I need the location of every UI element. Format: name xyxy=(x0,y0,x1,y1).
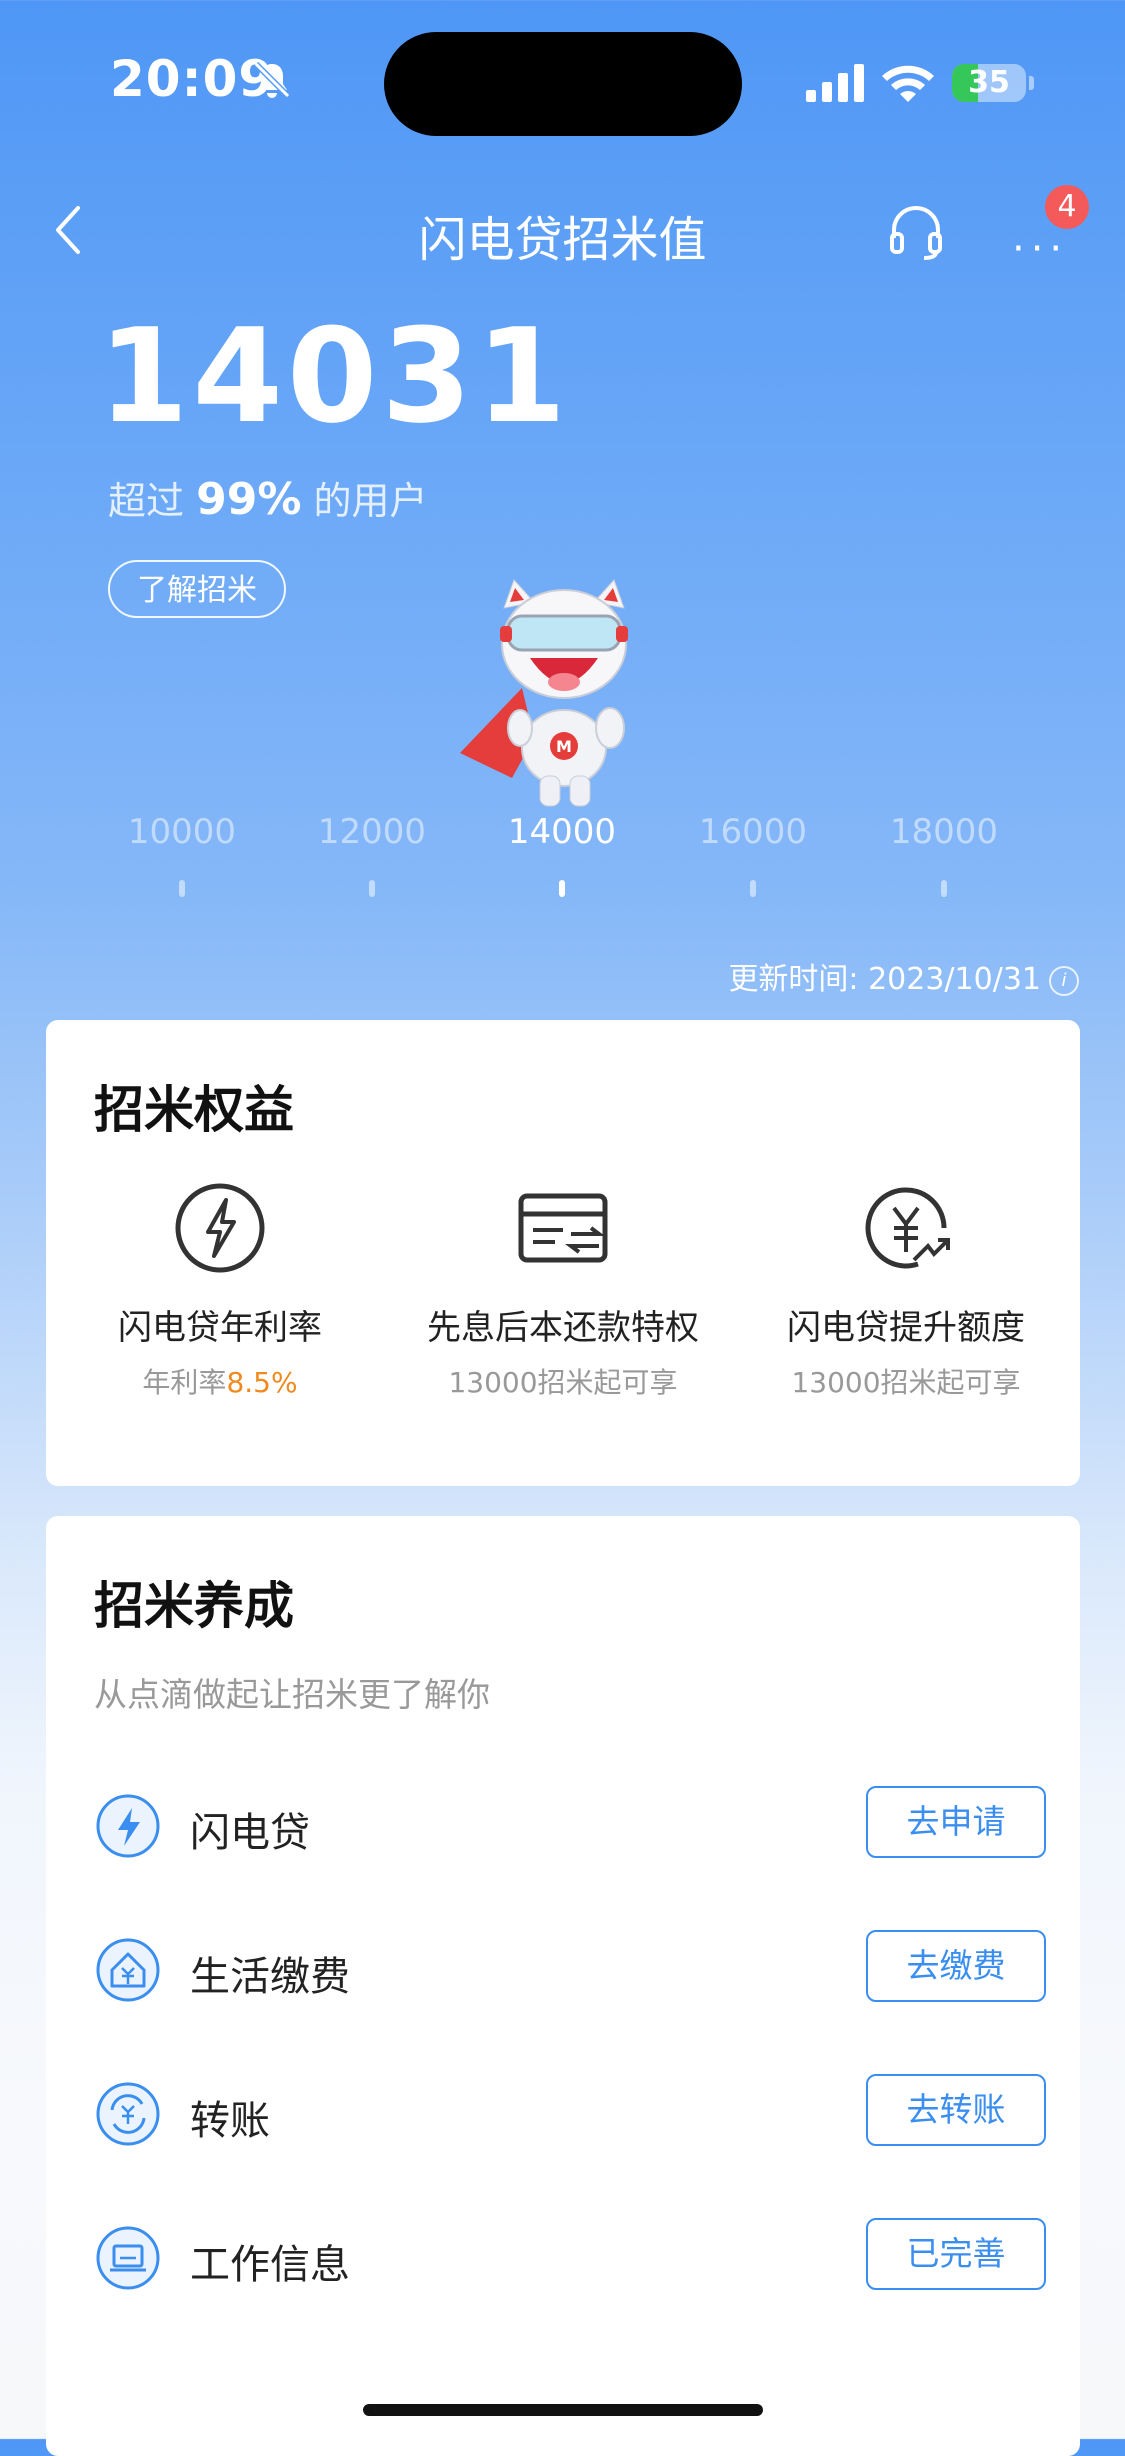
dynamic-island xyxy=(384,32,742,136)
lightning-circle-icon xyxy=(175,1183,265,1273)
row-label: 生活缴费 xyxy=(190,1954,350,2000)
benefit-name: 闪电贷提升额度 xyxy=(787,1308,1025,1348)
benefit-name: 闪电贷年利率 xyxy=(118,1308,322,1348)
benefits-card: 招米权益 闪电贷年利率 年利率8.5% 先息后本还款特权 13000招米起可享 … xyxy=(46,1020,1080,1486)
headset-icon[interactable] xyxy=(886,202,946,262)
benefit-sub-prefix: 年利率 xyxy=(142,1366,227,1399)
cultivate-card: 招米养成 从点滴做起让招米更了解你 闪电贷 去申请 生活缴费 去缴费 转账 去转… xyxy=(46,1516,1080,2456)
exceed-percent: 99% xyxy=(196,474,302,525)
learn-more-button[interactable]: 了解招米 xyxy=(108,560,286,618)
battery-text: 35 xyxy=(968,65,1010,100)
row-label: 闪电贷 xyxy=(190,1810,310,1856)
svg-text:M: M xyxy=(556,737,572,756)
laptop-icon xyxy=(96,2226,160,2290)
bell-muted-icon xyxy=(253,61,291,99)
benefit-item-rate[interactable]: 闪电贷年利率 年利率8.5% xyxy=(48,1180,392,1401)
transfer-button[interactable]: 去转账 xyxy=(866,2074,1046,2146)
score-value: 14031 xyxy=(98,300,571,452)
exceed-suffix: 的用户 xyxy=(313,479,428,523)
scale-tick-label: 12000 xyxy=(317,812,427,852)
notification-badge: 4 xyxy=(1045,185,1089,229)
wifi-icon xyxy=(882,65,934,102)
battery-indicator: 35 xyxy=(952,64,1026,102)
benefit-rate-highlight: 8.5% xyxy=(226,1366,298,1399)
list-item-work-info: 工作信息 已完善 xyxy=(94,2218,1046,2298)
benefit-sub: 13000招米起可享 xyxy=(448,1366,678,1399)
lightning-icon xyxy=(96,1794,160,1858)
row-label: 转账 xyxy=(190,2098,270,2144)
card-transfer-icon xyxy=(518,1193,608,1263)
update-time: 更新时间: 2023/10/31 i xyxy=(728,954,1079,998)
scale-tick-label: 18000 xyxy=(889,812,999,852)
row-label: 工作信息 xyxy=(190,2242,350,2288)
mascot-illustration: M xyxy=(460,579,628,807)
benefit-sub: 年利率8.5% xyxy=(48,1361,392,1401)
benefit-item-limit[interactable]: 闪电贷提升额度 13000招米起可享 xyxy=(734,1180,1078,1401)
scale-tick-label: 14000 xyxy=(507,812,617,852)
scale-tick-mark xyxy=(179,880,185,897)
cultivate-subtitle: 从点滴做起让招米更了解你 xyxy=(94,1675,490,1714)
battery-nub xyxy=(1029,76,1034,90)
page-title: 闪电贷招米值 xyxy=(418,212,707,268)
scale-tick-label: 16000 xyxy=(698,812,808,852)
yen-growth-icon xyxy=(865,1187,950,1269)
transfer-yen-icon xyxy=(96,2082,160,2146)
list-item-loan: 闪电贷 去申请 xyxy=(94,1786,1046,1866)
apply-button[interactable]: 去申请 xyxy=(866,1786,1046,1858)
benefit-item-repayment[interactable]: 先息后本还款特权 13000招米起可享 xyxy=(391,1180,735,1401)
home-indicator[interactable] xyxy=(363,2404,763,2416)
scale-tick-label: 10000 xyxy=(127,812,237,852)
scale-tick-mark xyxy=(941,880,947,897)
cultivate-title: 招米养成 xyxy=(94,1577,294,1635)
scale-tick-mark xyxy=(750,880,756,897)
exceed-prefix: 超过 xyxy=(108,479,185,523)
more-menu-button[interactable]: ··· xyxy=(1012,226,1068,272)
benefits-title: 招米权益 xyxy=(94,1081,294,1139)
exceed-text: 超过 99% 的用户 xyxy=(108,470,428,525)
scale-tick-mark xyxy=(559,880,565,897)
scale-tick-mark xyxy=(369,880,375,897)
cellular-signal-icon xyxy=(806,64,864,102)
info-icon[interactable]: i xyxy=(1049,965,1079,996)
update-time-label: 更新时间: 2023/10/31 xyxy=(728,962,1041,997)
completed-button[interactable]: 已完善 xyxy=(866,2218,1046,2290)
benefit-sub: 13000招米起可享 xyxy=(791,1366,1021,1399)
house-yen-icon xyxy=(96,1938,160,2002)
list-item-transfer: 转账 去转账 xyxy=(94,2074,1046,2154)
benefit-name: 先息后本还款特权 xyxy=(427,1308,699,1348)
list-item-bills: 生活缴费 去缴费 xyxy=(94,1930,1046,2010)
pay-button[interactable]: 去缴费 xyxy=(866,1930,1046,2002)
